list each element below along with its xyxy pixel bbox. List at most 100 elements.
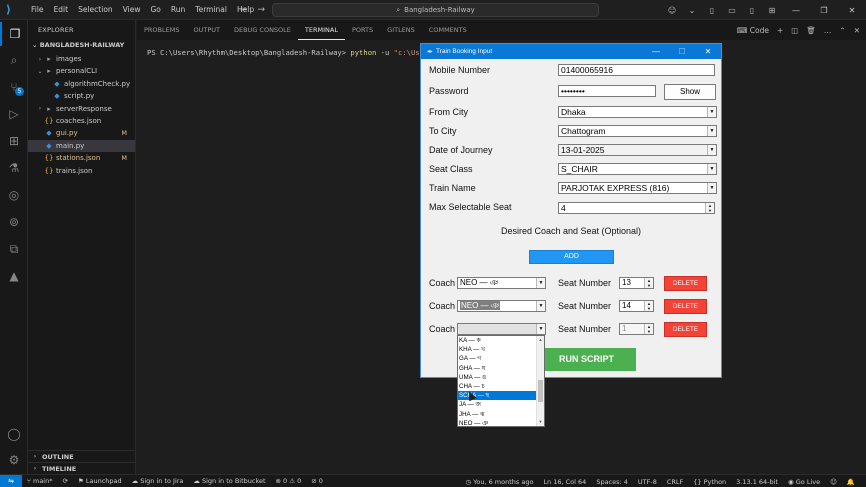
- seat-class-select[interactable]: S_CHAIR ▼: [558, 163, 717, 175]
- tree-item[interactable]: › ▸ images: [28, 53, 135, 65]
- tab-debug-console[interactable]: DEBUG CONSOLE: [227, 20, 298, 40]
- more-actions-icon[interactable]: …: [824, 26, 832, 35]
- coach-option[interactable]: GA — গ: [458, 354, 537, 363]
- menu-run[interactable]: Run: [166, 5, 190, 14]
- run-debug-icon[interactable]: ▷: [0, 102, 28, 126]
- customize-layout-icon[interactable]: ⊞: [762, 6, 782, 15]
- coach-select-2[interactable]: NEO — ঞ ▼: [457, 300, 546, 312]
- jira-signin[interactable]: ☁ Sign in to Jira: [127, 477, 189, 485]
- ports-count[interactable]: ⊘ 0: [306, 477, 328, 485]
- chevron-down-icon[interactable]: ▼: [536, 278, 545, 288]
- split-terminal-icon[interactable]: ◫: [791, 26, 798, 35]
- tk-minimize-icon[interactable]: —: [643, 44, 669, 59]
- close-panel-icon[interactable]: ✕: [854, 26, 860, 35]
- spin-arrows-icon[interactable]: ▲ ▼: [644, 301, 653, 311]
- remote-indicator-icon[interactable]: ⇋: [0, 474, 22, 487]
- gitlens-inspect-icon[interactable]: ⧉: [0, 237, 28, 261]
- tk-maximize-icon[interactable]: ☐: [669, 44, 695, 59]
- tab-comments[interactable]: COMMENTS: [422, 20, 474, 40]
- coach-option[interactable]: JHA — ঝ: [458, 410, 537, 419]
- manage-gear-icon[interactable]: ⚙: [0, 448, 28, 472]
- coach-select-1[interactable]: NEO — ঞ ▼: [457, 277, 546, 289]
- seat-number-spinbox-2[interactable]: 14 ▲ ▼: [619, 300, 654, 312]
- workspace-root-folder[interactable]: ⌄ BANGLADESH-RAILWAY: [32, 41, 124, 49]
- go-live[interactable]: ◉ Go Live: [783, 478, 825, 486]
- bitbucket-signin[interactable]: ☁ Sign in to Bitbucket: [188, 477, 270, 485]
- timeline-section[interactable]: › TIMELINE: [28, 462, 135, 474]
- toggle-secondary-sidebar-icon[interactable]: ▯: [742, 6, 762, 15]
- outline-section[interactable]: › OUTLINE: [28, 450, 135, 462]
- password-field[interactable]: ••••••••: [558, 85, 656, 97]
- copilot-status-icon[interactable]: ☺: [825, 478, 842, 486]
- terminal-shell-label[interactable]: ⌨ Code: [737, 26, 769, 35]
- menu-terminal[interactable]: Terminal: [190, 5, 232, 14]
- run-script-button[interactable]: RUN SCRIPT: [537, 348, 636, 371]
- language-mode[interactable]: {} Python: [688, 478, 731, 486]
- accounts-icon[interactable]: ◯: [0, 422, 28, 446]
- line-ending[interactable]: CRLF: [662, 478, 688, 486]
- scroll-down-icon[interactable]: ▼: [537, 418, 544, 426]
- menu-edit[interactable]: Edit: [49, 5, 74, 14]
- tree-item[interactable]: ◆ main.py: [28, 139, 135, 152]
- dropdown-scrollbar[interactable]: ▲ ▼: [536, 336, 544, 426]
- coach-option[interactable]: KHA — খ: [458, 345, 537, 354]
- tree-item[interactable]: ◆ script.py: [28, 90, 135, 102]
- scroll-up-icon[interactable]: ▲: [537, 336, 544, 344]
- deploy-icon[interactable]: ▲: [0, 264, 28, 288]
- restore-icon[interactable]: ❐: [810, 6, 838, 15]
- chevron-down-icon[interactable]: ▼: [707, 107, 716, 117]
- journey-date-select[interactable]: 13-01-2025 ▼: [558, 144, 717, 156]
- chevron-down-icon[interactable]: ▼: [536, 324, 545, 334]
- delete-coach-button-2[interactable]: DELETE: [664, 299, 707, 314]
- remote-explorer-icon[interactable]: ⊚: [0, 210, 28, 234]
- tree-item[interactable]: › ▸ serverResponse: [28, 103, 135, 115]
- notifications-bell-icon[interactable]: 🔔: [842, 478, 860, 486]
- git-branch[interactable]: ⑂ main*: [22, 477, 57, 485]
- encoding[interactable]: UTF-8: [633, 478, 662, 486]
- menu-file[interactable]: File: [26, 5, 49, 14]
- chevron-down-icon[interactable]: ▼: [707, 183, 716, 193]
- chevron-down-icon[interactable]: ▼: [707, 145, 716, 155]
- max-seat-spinbox[interactable]: 4 ▲ ▼: [558, 202, 715, 214]
- explorer-icon[interactable]: ❐: [0, 22, 28, 46]
- tree-item[interactable]: {} stations.json M: [28, 152, 135, 164]
- show-password-button[interactable]: Show: [664, 84, 716, 100]
- source-control-icon[interactable]: ⑂ 5: [0, 75, 28, 99]
- tab-gitlens[interactable]: GITLENS: [380, 20, 422, 40]
- indentation[interactable]: Spaces: 4: [591, 478, 633, 486]
- close-window-icon[interactable]: ✕: [838, 6, 866, 15]
- menu-go[interactable]: Go: [145, 5, 165, 14]
- coach-select-3[interactable]: ▼: [457, 323, 546, 335]
- tree-item[interactable]: ◆ algorithmCheck.py: [28, 78, 135, 90]
- menu-selection[interactable]: Selection: [73, 5, 118, 14]
- coach-option[interactable]: UMA — ঙ: [458, 373, 537, 382]
- tree-item[interactable]: ⌄ ▸ personalCLI: [28, 65, 135, 77]
- sync-status[interactable]: ⟳: [57, 477, 72, 485]
- coach-dropdown-list[interactable]: KA — ক KHA — খ GA — গ GHA — ঘ UMA — ঙ CHA — চ…: [457, 335, 545, 427]
- git-blame[interactable]: ◷ You, 6 months ago: [461, 478, 539, 486]
- toggle-panel-icon[interactable]: ▭: [722, 6, 742, 15]
- testing-icon[interactable]: ⚗: [0, 156, 28, 180]
- cursor-position[interactable]: Ln 16, Col 64: [538, 478, 591, 486]
- python-interpreter[interactable]: 3.13.1 64-bit: [731, 478, 783, 486]
- spin-arrows-icon[interactable]: ▲ ▼: [644, 278, 653, 288]
- add-coach-button[interactable]: ADD: [529, 250, 614, 264]
- spin-arrows-icon[interactable]: ▲ ▼: [705, 203, 714, 213]
- tree-item[interactable]: {} coaches.json: [28, 115, 135, 127]
- from-city-select[interactable]: Dhaka ▼: [558, 106, 717, 118]
- tab-output[interactable]: OUTPUT: [186, 20, 227, 40]
- kill-terminal-icon[interactable]: 🗑: [806, 26, 816, 35]
- seat-number-spinbox-3[interactable]: 1 ▲ ▼: [619, 323, 654, 335]
- mobile-number-field[interactable]: 01400065916: [558, 64, 715, 76]
- gitlens-icon[interactable]: ◎: [0, 183, 28, 207]
- command-center-search[interactable]: ⌕ Bangladesh-Railway: [272, 3, 599, 17]
- forward-arrow-icon[interactable]: →: [258, 5, 266, 15]
- chevron-down-icon[interactable]: ▼: [707, 164, 716, 174]
- extensions-icon[interactable]: ⊞: [0, 129, 28, 153]
- tab-problems[interactable]: PROBLEMS: [137, 20, 186, 40]
- maximize-panel-icon[interactable]: ⌃: [839, 26, 845, 35]
- tab-ports[interactable]: PORTS: [345, 20, 380, 40]
- tree-item[interactable]: ◆ gui.py M: [28, 127, 135, 139]
- back-arrow-icon[interactable]: ←: [240, 5, 248, 15]
- coach-option[interactable]: NEO — ঞ: [458, 419, 537, 426]
